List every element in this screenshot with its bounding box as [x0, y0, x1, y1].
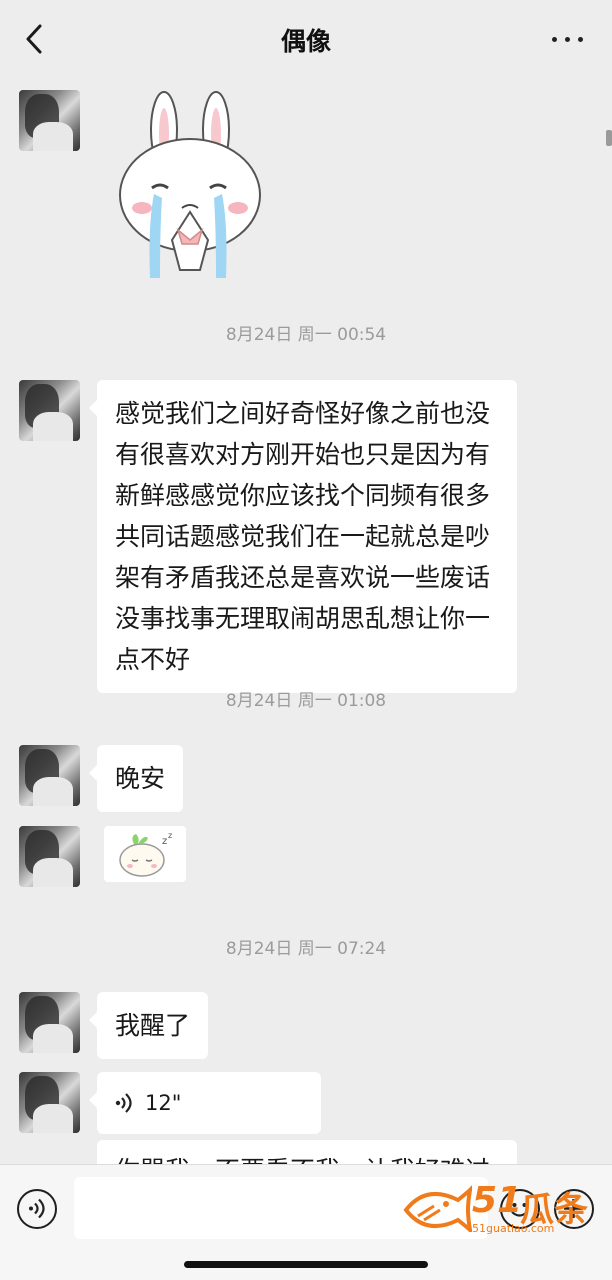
- timestamp: 8月24日 周一 00:54: [225, 325, 387, 345]
- voice-wave-icon: [115, 1093, 132, 1113]
- more-dots-icon[interactable]: [550, 26, 586, 52]
- avatar[interactable]: [19, 992, 80, 1053]
- chat-title: 偶像: [280, 27, 331, 56]
- voice-message-bubble[interactable]: 12": [89, 1072, 321, 1134]
- top-nav: 偶像: [0, 0, 612, 78]
- home-indicator: [184, 1261, 428, 1268]
- message-bubble[interactable]: 晚安: [88, 745, 184, 812]
- message-line: 有很喜欢对方刚开始也只是因为有: [115, 440, 491, 469]
- message-line: 新鲜感感觉你应该找个同频有很多: [115, 481, 491, 510]
- message-bubble[interactable]: 感觉我们之间好奇怪好像之前也没 有很喜欢对方刚开始也只是因为有 新鲜感感觉你应该…: [89, 380, 517, 693]
- avatar[interactable]: [19, 826, 80, 887]
- watermark-number: 51: [472, 1180, 523, 1221]
- message-text: 你骂我，不要看不我，让我好难过: [115, 1140, 499, 1164]
- message-line: 感觉我们之间好奇怪好像之前也没: [115, 399, 491, 428]
- message-bubble[interactable]: 我醒了: [88, 992, 209, 1059]
- avatar[interactable]: [19, 1072, 80, 1133]
- timestamp: 8月24日 周一 07:24: [225, 939, 387, 959]
- message-line: 点不好: [115, 645, 191, 674]
- avatar[interactable]: [19, 90, 80, 151]
- message-bubble[interactable]: 你骂我，不要看不我，让我好难过: [97, 1140, 517, 1164]
- watermark: 51 瓜条 51guatiao.com: [402, 1178, 600, 1240]
- watermark-url: 51guatiao.com: [472, 1222, 555, 1235]
- message-line: 没事找事无理取闹胡思乱想让你一: [115, 604, 491, 633]
- avatar[interactable]: [19, 745, 80, 806]
- crying-rabbit-sticker[interactable]: [112, 90, 268, 280]
- watermark-fish-logo: [403, 1185, 472, 1232]
- chat-messages[interactable]: 8月24日 周一 00:54 感觉我们之间好奇怪好像之前也没 有很喜欢对方刚开始…: [0, 78, 612, 1164]
- scrollbar-thumb[interactable]: [606, 130, 612, 146]
- sleep-z: z: [168, 831, 172, 840]
- avatar[interactable]: [19, 380, 80, 441]
- message-line: 共同话题感觉我们在一起就总是吵: [115, 522, 491, 551]
- sleep-z: z: [162, 836, 167, 847]
- timestamp: 8月24日 周一 01:08: [225, 691, 387, 711]
- message-text: 我醒了: [115, 1011, 191, 1040]
- voice-duration: 12": [145, 1090, 182, 1115]
- message-line: 架有矛盾我还总是喜欢说一些废话: [115, 563, 491, 592]
- sleeping-bun-sticker[interactable]: z z: [104, 826, 186, 882]
- voice-mode-icon[interactable]: [17, 1189, 57, 1229]
- message-text: 晚安: [115, 764, 166, 793]
